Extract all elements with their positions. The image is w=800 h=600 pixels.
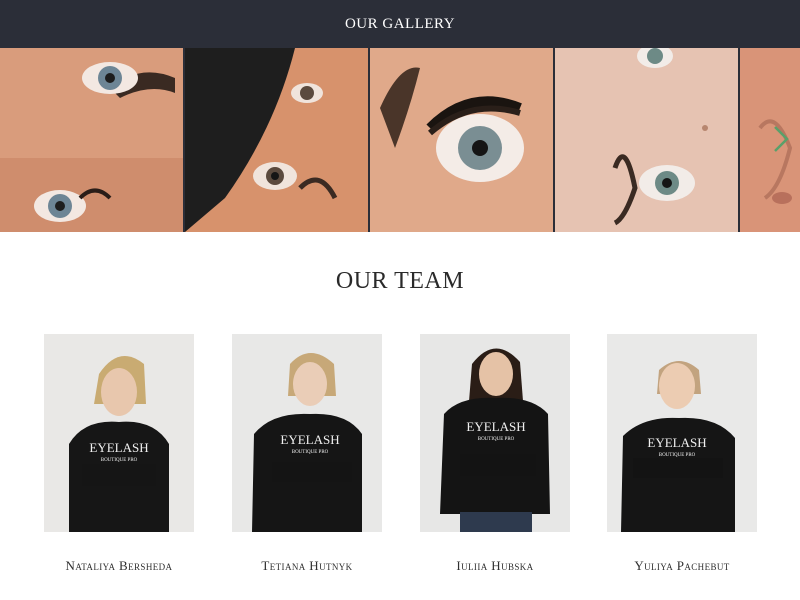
shirt-logo: EYELASH xyxy=(89,440,148,455)
shirt-logo: EYELASH xyxy=(466,419,525,434)
gallery-photo-4[interactable] xyxy=(555,48,738,232)
shirt-logo-sub: BOUTIQUE PRO xyxy=(659,453,696,458)
team-member-name: Tetiana Hutnyk xyxy=(261,558,353,573)
shirt-logo-sub: BOUTIQUE PRO xyxy=(478,437,515,442)
shirt-logo-sub: BOUTIQUE PRO xyxy=(101,458,138,463)
team-member-photo: EYELASH BOUTIQUE PRO xyxy=(420,334,570,532)
team-member-photo: EYELASH BOUTIQUE PRO xyxy=(44,334,194,532)
shirt-logo: EYELASH xyxy=(280,432,339,447)
team-section-title: OUR TEAM xyxy=(335,268,465,294)
team-member-name: Iuliia Hubska xyxy=(456,558,534,573)
gallery-carousel[interactable] xyxy=(0,48,800,232)
gallery-photo-1[interactable] xyxy=(0,48,183,232)
team-member-name: Yuliya Pachebut xyxy=(634,558,730,573)
gallery-title: OUR GALLERY xyxy=(344,15,456,32)
shirt-logo-sub: BOUTIQUE PRO xyxy=(292,450,329,455)
chevron-right-icon[interactable] xyxy=(770,124,792,154)
gallery-header: OUR GALLERY xyxy=(0,0,800,48)
team-member-photo: EYELASH BOUTIQUE PRO xyxy=(607,334,757,532)
gallery-photo-2[interactable] xyxy=(185,48,368,232)
team-member-card: EYELASH BOUTIQUE PRO Iuliia Hubska xyxy=(420,334,570,573)
team-member-name: Nataliya Bersheda xyxy=(65,558,173,573)
team-member-card: EYELASH BOUTIQUE PRO Yuliya Pachebut xyxy=(607,334,757,573)
gallery-photo-3[interactable] xyxy=(370,48,553,232)
team-member-card: EYELASH BOUTIQUE PRO Tetiana Hutnyk xyxy=(232,334,382,573)
team-member-photo: EYELASH BOUTIQUE PRO xyxy=(232,334,382,532)
team-member-card: EYELASH BOUTIQUE PRO Nataliya Bersheda xyxy=(44,334,194,573)
shirt-logo: EYELASH xyxy=(647,435,706,450)
